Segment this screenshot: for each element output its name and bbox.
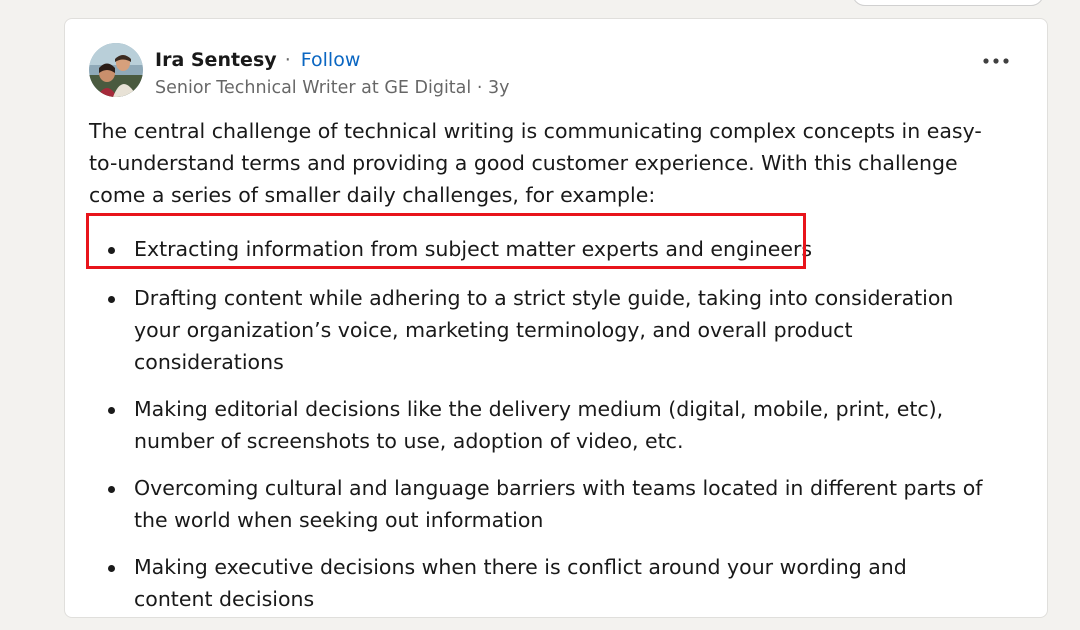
bullet-dot bbox=[108, 247, 115, 254]
bullet-dot bbox=[108, 407, 115, 414]
list-item: Making executive decisions when there is… bbox=[89, 551, 989, 615]
more-horizontal-icon bbox=[983, 58, 1009, 64]
top-search-pill[interactable] bbox=[852, 0, 1044, 6]
list-item-text: Drafting content while adhering to a str… bbox=[134, 286, 954, 374]
list-item: Extracting information from subject matt… bbox=[89, 233, 989, 265]
more-options-button[interactable] bbox=[981, 53, 1013, 69]
bullet-dot bbox=[108, 486, 115, 493]
author-name-line: Ira Sentesy · Follow bbox=[155, 48, 360, 72]
list-item-text: Making executive decisions when there is… bbox=[134, 555, 907, 611]
list-item-text: Making editorial decisions like the deli… bbox=[134, 397, 944, 453]
bullet-dot bbox=[108, 296, 115, 303]
name-separator: · bbox=[284, 49, 291, 71]
bullet-dot bbox=[108, 565, 115, 572]
list-item: Drafting content while adhering to a str… bbox=[89, 282, 989, 378]
post-card: Ira Sentesy · Follow Senior Technical Wr… bbox=[64, 18, 1048, 618]
author-avatar[interactable] bbox=[89, 43, 143, 97]
post-body: The central challenge of technical writi… bbox=[89, 115, 989, 630]
list-item: Making editorial decisions like the deli… bbox=[89, 393, 989, 457]
list-item-text: Extracting information from subject matt… bbox=[134, 237, 813, 261]
post-header: Ira Sentesy · Follow Senior Technical Wr… bbox=[89, 43, 1027, 99]
author-name[interactable]: Ira Sentesy bbox=[155, 49, 277, 71]
follow-button[interactable]: Follow bbox=[301, 49, 361, 71]
challenge-list: Extracting information from subject matt… bbox=[89, 233, 989, 615]
avatar-photo bbox=[89, 43, 143, 97]
list-item: Overcoming cultural and language barrier… bbox=[89, 472, 989, 536]
post-intro: The central challenge of technical writi… bbox=[89, 119, 982, 207]
author-headline: Senior Technical Writer at GE Digital · … bbox=[155, 78, 510, 98]
list-item-text: Overcoming cultural and language barrier… bbox=[134, 476, 983, 532]
